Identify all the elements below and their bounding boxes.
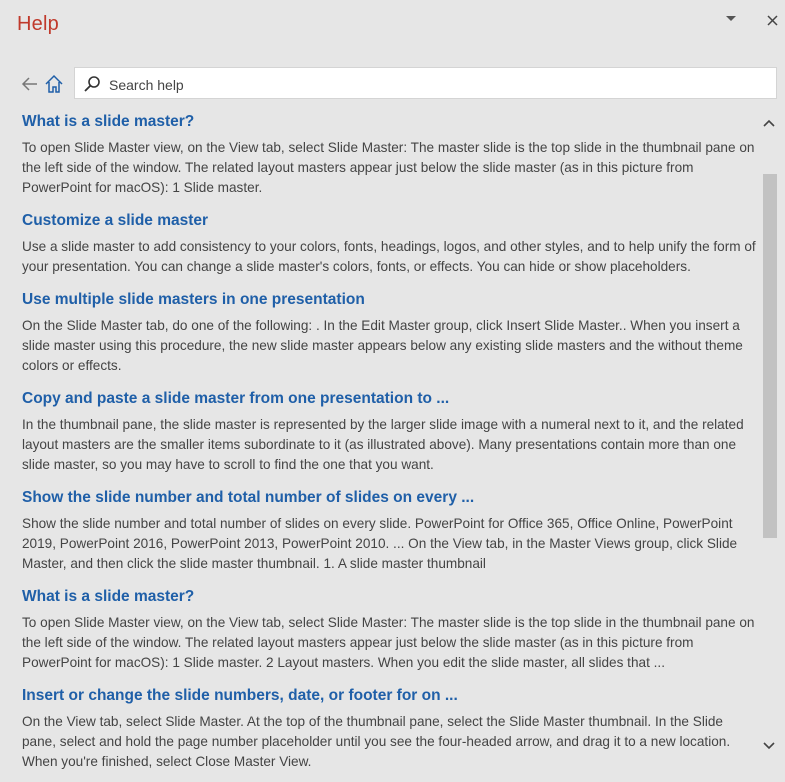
result-item: What is a slide master? To open Slide Ma… [22, 587, 757, 673]
result-item: Copy and paste a slide master from one p… [22, 389, 757, 475]
navigation-bar [0, 66, 785, 102]
back-button[interactable] [20, 74, 40, 94]
help-pane: Help What is a s [0, 0, 785, 782]
scroll-thumb[interactable] [763, 174, 777, 538]
pane-options-button[interactable] [720, 10, 742, 34]
result-item: What is a slide master? To open Slide Ma… [22, 112, 757, 198]
result-item: Customize a slide master Use a slide mas… [22, 211, 757, 277]
result-title-link[interactable]: Use multiple slide masters in one presen… [22, 290, 757, 310]
result-snippet: To open Slide Master view, on the View t… [22, 615, 755, 670]
result-title-link[interactable]: What is a slide master? [22, 112, 757, 132]
result-item: Use multiple slide masters in one presen… [22, 290, 757, 376]
search-input[interactable] [107, 72, 771, 98]
result-snippet: To open Slide Master view, on the View t… [22, 140, 755, 195]
scroll-up-button[interactable] [761, 116, 777, 130]
result-snippet: Show the slide number and total number o… [22, 516, 738, 571]
result-snippet: On the Slide Master tab, do one of the f… [22, 318, 743, 373]
result-snippet: On the View tab, select Slide Master. At… [22, 714, 731, 769]
scroll-down-button[interactable] [761, 739, 777, 753]
result-title-link[interactable]: What is a slide master? [22, 587, 757, 607]
result-title-link[interactable]: Customize a slide master [22, 211, 757, 231]
chevron-down-icon [763, 742, 775, 750]
chevron-down-icon [726, 16, 736, 21]
vertical-scrollbar[interactable] [761, 106, 777, 760]
result-title-link[interactable]: Copy and paste a slide master from one p… [22, 389, 757, 409]
result-title-link[interactable]: Insert or change the slide numbers, date… [22, 686, 757, 706]
result-snippet: In the thumbnail pane, the slide master … [22, 417, 744, 472]
chevron-up-icon [763, 119, 775, 127]
search-box[interactable] [74, 67, 777, 99]
search-results: What is a slide master? To open Slide Ma… [0, 106, 761, 782]
result-item: Insert or change the slide numbers, date… [22, 686, 757, 772]
home-button[interactable] [43, 73, 65, 95]
home-icon [45, 74, 63, 93]
result-item: Show the slide number and total number o… [22, 488, 757, 574]
close-icon [766, 15, 778, 26]
result-snippet: Use a slide master to add consistency to… [22, 239, 756, 274]
back-arrow-icon [21, 77, 37, 91]
pane-title: Help [17, 13, 59, 35]
search-icon [84, 76, 100, 92]
scroll-track[interactable] [763, 134, 777, 734]
close-button[interactable] [761, 10, 783, 34]
result-title-link[interactable]: Show the slide number and total number o… [22, 488, 757, 508]
